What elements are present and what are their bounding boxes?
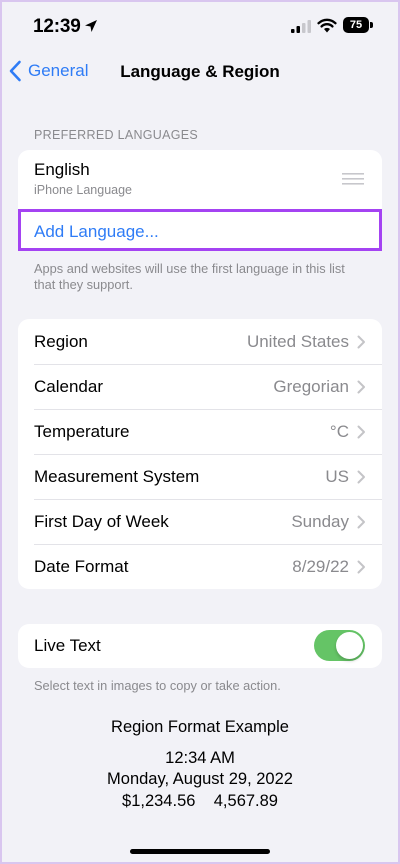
- region-format-example: Region Format Example 12:34 AM Monday, A…: [0, 717, 400, 812]
- settings-row-measurement-system[interactable]: Measurement System US: [18, 454, 382, 499]
- language-name: English: [34, 160, 90, 179]
- battery-tip: [370, 22, 373, 28]
- battery-level: 75: [343, 17, 369, 33]
- chevron-right-icon: [357, 470, 365, 483]
- chevron-right-icon: [357, 335, 365, 348]
- region-example-title: Region Format Example: [111, 718, 289, 736]
- chevron-right-icon: [357, 560, 365, 573]
- battery-icon: 75: [343, 17, 373, 33]
- live-text-footnote: Select text in images to copy or take ac…: [34, 678, 281, 693]
- settings-row-temperature[interactable]: Temperature °C: [18, 409, 382, 454]
- row-value: United States: [246, 331, 349, 351]
- chevron-right-icon: [357, 380, 365, 393]
- region-settings-card: Region United States Calendar Gregorian …: [18, 319, 382, 589]
- chevron-right-icon: [357, 515, 365, 528]
- toggle-knob: [336, 632, 363, 659]
- settings-row-region[interactable]: Region United States: [18, 319, 382, 364]
- drag-handle-icon[interactable]: [342, 173, 364, 185]
- row-label: Temperature: [34, 421, 130, 441]
- language-subtitle: iPhone Language: [34, 183, 133, 197]
- add-language-label: Add Language...: [34, 222, 159, 241]
- row-value: Sunday: [291, 511, 349, 531]
- row-label: First Day of Week: [34, 511, 169, 531]
- row-label: Date Format: [34, 556, 129, 576]
- location-arrow-icon: [85, 20, 97, 32]
- region-example-time: 12:34 AM: [165, 748, 235, 767]
- preferred-languages-header: PREFERRED LANGUAGES: [34, 128, 199, 142]
- row-value: °C: [329, 421, 349, 441]
- chevron-right-icon: [357, 425, 365, 438]
- region-example-numbers: $1,234.56 4,567.89: [122, 791, 278, 810]
- status-bar: 12:39 75: [0, 0, 400, 54]
- settings-row-date-format[interactable]: Date Format 8/29/22: [18, 544, 382, 589]
- row-value: US: [325, 466, 349, 486]
- page-title: Language & Region: [120, 62, 280, 81]
- region-example-date: Monday, August 29, 2022: [107, 770, 293, 788]
- home-indicator[interactable]: [130, 849, 270, 854]
- row-label: Region: [34, 331, 88, 351]
- languages-footnote: Apps and websites will use the first lan…: [34, 261, 345, 292]
- row-value: 8/29/22: [292, 556, 349, 576]
- settings-row-first-day-of-week[interactable]: First Day of Week Sunday: [18, 499, 382, 544]
- status-time: 12:39: [33, 16, 81, 37]
- navigation-bar: General Language & Region: [0, 54, 400, 90]
- add-language-button[interactable]: Add Language...: [18, 209, 382, 251]
- wifi-icon: [317, 18, 337, 33]
- row-value: Gregorian: [273, 376, 349, 396]
- language-row-english[interactable]: English iPhone Language: [18, 150, 382, 207]
- row-label: Measurement System: [34, 466, 200, 486]
- cellular-signal-icon: [291, 20, 311, 33]
- live-text-card: Live Text: [18, 624, 382, 668]
- row-label: Calendar: [34, 376, 103, 396]
- settings-row-calendar[interactable]: Calendar Gregorian: [18, 364, 382, 409]
- live-text-toggle[interactable]: [314, 630, 365, 661]
